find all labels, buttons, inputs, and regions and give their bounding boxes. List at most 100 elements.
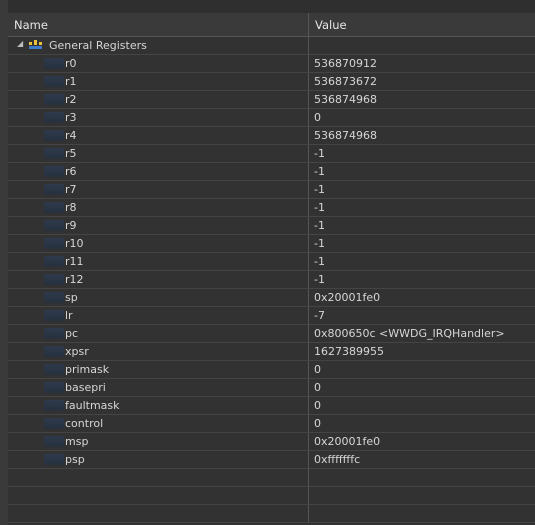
register-row-control[interactable]: control 0	[8, 415, 535, 433]
register-name: xpsr	[65, 345, 89, 358]
register-row-r8[interactable]: r8 -1	[8, 199, 535, 217]
register-icon	[44, 274, 64, 285]
register-name: r11	[65, 255, 84, 268]
register-icon	[44, 184, 64, 195]
register-value[interactable]: 536873672	[309, 73, 535, 90]
register-value[interactable]: -1	[309, 271, 535, 288]
register-name: control	[65, 417, 104, 430]
register-row-r9[interactable]: r9 -1	[8, 217, 535, 235]
empty-row	[8, 469, 535, 487]
register-row-psp[interactable]: psp 0xfffffffc	[8, 451, 535, 469]
register-icon	[44, 58, 64, 69]
register-value[interactable]: 0	[309, 361, 535, 378]
register-value[interactable]: -1	[309, 181, 535, 198]
register-row-lr[interactable]: lr -7	[8, 307, 535, 325]
register-name: r7	[65, 183, 77, 196]
register-row-xpsr[interactable]: xpsr 1627389955	[8, 343, 535, 361]
register-row-r6[interactable]: r6 -1	[8, 163, 535, 181]
group-label: General Registers	[49, 39, 147, 52]
register-name: primask	[65, 363, 110, 376]
register-name: msp	[65, 435, 89, 448]
register-tree: ◢ General Registers r0 536870912 r1 5368736…	[8, 37, 535, 523]
register-icon	[44, 418, 64, 429]
register-name: r3	[65, 111, 77, 124]
register-row-r10[interactable]: r10 -1	[8, 235, 535, 253]
register-value[interactable]: -1	[309, 217, 535, 234]
register-icon	[44, 346, 64, 357]
tree-group-general-registers[interactable]: ◢ General Registers	[8, 37, 535, 55]
register-row-r1[interactable]: r1 536873672	[8, 73, 535, 91]
register-row-primask[interactable]: primask 0	[8, 361, 535, 379]
register-icon	[44, 76, 64, 87]
register-row-faultmask[interactable]: faultmask 0	[8, 397, 535, 415]
register-row-r0[interactable]: r0 536870912	[8, 55, 535, 73]
register-row-r5[interactable]: r5 -1	[8, 145, 535, 163]
register-value[interactable]: 0	[309, 415, 535, 432]
register-value[interactable]: 0	[309, 379, 535, 396]
register-name: r8	[65, 201, 77, 214]
registers-view: Name Value ◢ General Registers r0 5368709…	[8, 13, 535, 525]
register-value[interactable]: 536874968	[309, 91, 535, 108]
register-row-sp[interactable]: sp 0x20001fe0	[8, 289, 535, 307]
register-value[interactable]: 1627389955	[309, 343, 535, 360]
column-header-value[interactable]: Value	[309, 13, 535, 37]
register-row-r2[interactable]: r2 536874968	[8, 91, 535, 109]
register-name: r9	[65, 219, 77, 232]
register-row-msp[interactable]: msp 0x20001fe0	[8, 433, 535, 451]
register-row-r4[interactable]: r4 536874968	[8, 127, 535, 145]
register-icon	[44, 364, 64, 375]
register-icon	[44, 220, 64, 231]
register-value[interactable]: 536870912	[309, 55, 535, 72]
register-name: r5	[65, 147, 77, 160]
register-icon	[44, 148, 64, 159]
register-name: r10	[65, 237, 84, 250]
register-icon	[44, 292, 64, 303]
register-name: r0	[65, 57, 77, 70]
register-value[interactable]: -1	[309, 145, 535, 162]
register-value[interactable]: 0	[309, 397, 535, 414]
register-value[interactable]: 0	[309, 109, 535, 126]
register-name: faultmask	[65, 399, 120, 412]
register-row-r3[interactable]: r3 0	[8, 109, 535, 127]
register-value[interactable]: -1	[309, 253, 535, 270]
register-row-r12[interactable]: r12 -1	[8, 271, 535, 289]
register-row-pc[interactable]: pc 0x800650c <WWDG_IRQHandler>	[8, 325, 535, 343]
register-icon	[44, 112, 64, 123]
register-icon	[44, 454, 64, 465]
register-value[interactable]: -7	[309, 307, 535, 324]
group-value	[309, 37, 535, 54]
register-value[interactable]: -1	[309, 235, 535, 252]
register-name: r12	[65, 273, 84, 286]
register-icon	[44, 166, 64, 177]
view-toolbar-strip	[8, 0, 535, 13]
register-icon	[44, 202, 64, 213]
register-name: lr	[65, 309, 73, 322]
empty-row	[8, 487, 535, 505]
register-icon	[44, 436, 64, 447]
column-header-name[interactable]: Name	[8, 13, 309, 37]
register-group-icon	[29, 40, 42, 49]
register-value[interactable]: 0x800650c <WWDG_IRQHandler>	[309, 325, 535, 342]
register-name: r4	[65, 129, 77, 142]
expand-arrow-icon[interactable]: ◢	[17, 40, 23, 48]
register-name: r1	[65, 75, 77, 88]
register-icon	[44, 382, 64, 393]
register-value[interactable]: -1	[309, 199, 535, 216]
register-icon	[44, 400, 64, 411]
register-icon	[44, 328, 64, 339]
register-value[interactable]: -1	[309, 163, 535, 180]
register-name: pc	[65, 327, 79, 340]
register-value[interactable]: 0xfffffffc	[309, 451, 535, 468]
register-icon	[44, 94, 64, 105]
register-value[interactable]: 0x20001fe0	[309, 289, 535, 306]
register-icon	[44, 256, 64, 267]
register-value[interactable]: 536874968	[309, 127, 535, 144]
register-name: psp	[65, 453, 85, 466]
register-icon	[44, 130, 64, 141]
register-name: r6	[65, 165, 77, 178]
register-name: r2	[65, 93, 77, 106]
register-row-r11[interactable]: r11 -1	[8, 253, 535, 271]
register-value[interactable]: 0x20001fe0	[309, 433, 535, 450]
register-row-r7[interactable]: r7 -1	[8, 181, 535, 199]
register-row-basepri[interactable]: basepri 0	[8, 379, 535, 397]
